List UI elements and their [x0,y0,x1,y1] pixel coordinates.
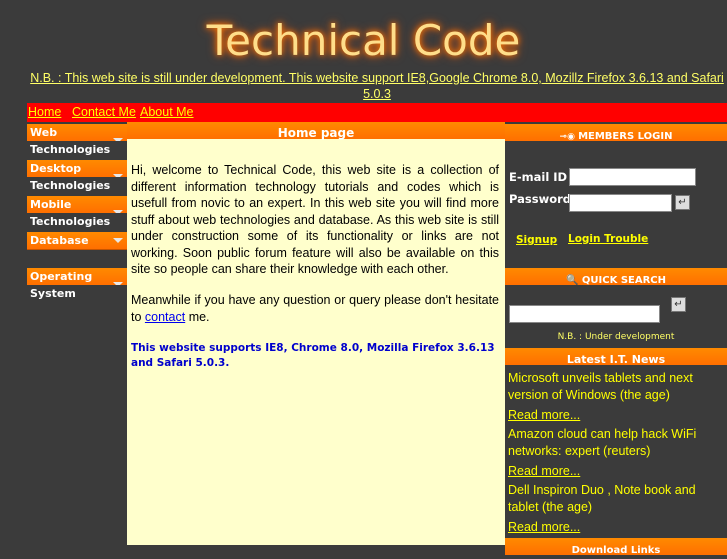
read-more-link[interactable]: Read more... [508,408,580,422]
news-item: Amazon cloud can help hack WiFi networks… [508,427,697,458]
search-icon: 🔍 [565,275,582,286]
sidebar-subitem-web[interactable]: Technologies [27,141,127,159]
download-links-heading: Download Links [505,538,727,556]
members-login-title: MEMBERS LOGIN [578,131,673,142]
sidebar-item-label: Technologies [30,143,111,156]
email-label: E-mail ID [509,170,568,184]
top-navbar: Home Contact Me About Me [27,103,727,122]
sidebar-item-database[interactable]: Database [27,232,127,250]
nav-home-link[interactable]: Home [28,105,61,119]
read-more-link[interactable]: Read more... [508,464,580,478]
members-login-heading: ⊸◉ MEMBERS LOGIN [505,124,727,142]
nav-contact-link[interactable]: Contact Me [72,105,136,119]
search-submit-icon[interactable]: ↵ [671,297,686,312]
password-field[interactable] [569,194,672,212]
sidebar-item-label: Technologies [30,179,111,192]
login-submit-icon[interactable]: ↵ [675,195,690,210]
page-title: Home page [277,126,355,140]
read-more-link[interactable]: Read more... [508,520,580,534]
main-content: Home page Hi, welcome to Technical Code,… [127,122,505,545]
sidebar-subitem-mobile[interactable]: Technologies [27,213,127,231]
contact-link[interactable]: contact [145,310,185,324]
sidebar-item-desktop[interactable]: Desktop [27,160,127,179]
header: Technical Code N.B. : This web site is s… [27,0,727,103]
news-item: Microsoft unveils tablets and next versi… [508,371,693,402]
login-trouble-link[interactable]: Login Trouble [568,233,648,245]
quick-search-title: QUICK SEARCH [581,275,667,286]
password-label: Password [509,192,571,206]
sidebar-subitem-operating[interactable]: System [27,285,127,303]
signup-link[interactable]: Signup [516,234,557,246]
nav-about-link[interactable]: About Me [140,105,194,119]
site-title: Technical Code [206,16,521,65]
sidebar-item-label: System [30,287,76,300]
key-icon: ⊸◉ [559,132,579,142]
search-note: N.B. : Under development [557,332,675,342]
sidebar-item-label: Desktop [30,162,82,175]
news-heading: Latest I.T. News [505,348,727,366]
sidebar-item-label: Database [30,234,89,247]
development-notice[interactable]: N.B. : This web site is still under deve… [27,70,727,102]
sidebar-item-label: Mobile [30,198,72,211]
sidebar-item-label: Operating [30,270,93,283]
quick-search-heading: 🔍 QUICK SEARCH [505,268,727,286]
sidebar-item-web[interactable]: Web [27,124,127,143]
sidebar-item-label: Technologies [30,215,111,228]
email-field[interactable] [569,168,696,186]
news-item: Dell Inspiron Duo , Note book and tablet… [508,483,696,514]
download-links-title: Download Links [571,545,661,556]
sidebar-item-label: Web [30,126,58,139]
search-input[interactable] [509,305,660,323]
browser-support-note: This website supports IE8, Chrome 8.0, M… [131,342,495,369]
content-heading: Home page [127,122,505,140]
contact-text-end: me. [185,309,210,324]
page: Technical Code N.B. : This web site is s… [27,0,727,556]
sidebar-subitem-desktop[interactable]: Technologies [27,177,127,195]
sidebar-item-mobile[interactable]: Mobile [27,196,127,215]
sidebar-item-operating[interactable]: Operating [27,268,127,287]
contact-paragraph: Meanwhile if you have any question or qu… [131,292,499,325]
sidebar-menu: Web Technologies Desktop Technologies Mo… [27,122,127,545]
right-sidebar: ⊸◉ MEMBERS LOGIN E-mail ID Password ↵ Si… [505,122,727,556]
chevron-down-icon [113,238,123,243]
news-title: Latest I.T. News [566,353,666,366]
welcome-paragraph: Hi, welcome to Technical Code, this web … [131,163,499,276]
